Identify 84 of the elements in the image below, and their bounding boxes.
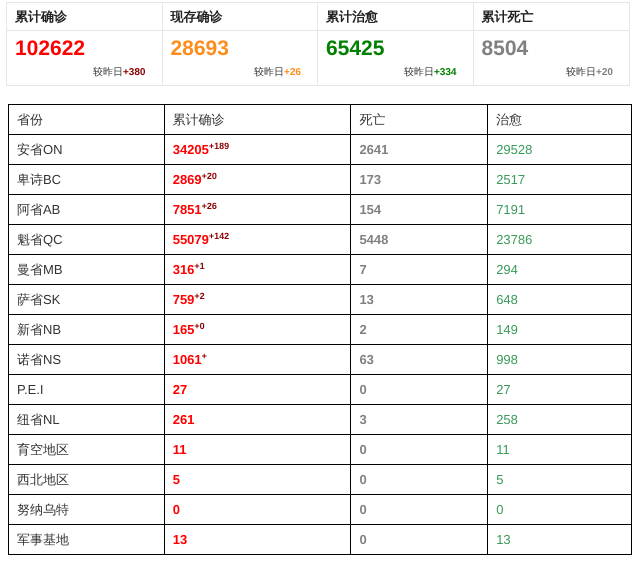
deaths-cell: 2641 (350, 134, 488, 164)
province-cell: 魁省QC (8, 224, 164, 254)
recovered-cell: 0 (488, 494, 632, 524)
confirmed-count: 0 (172, 502, 180, 517)
increase-count: +189 (208, 141, 230, 152)
deaths-cell: 0 (350, 464, 488, 494)
deaths-cell: 0 (350, 524, 488, 554)
deaths-cell: 13 (350, 284, 488, 314)
deaths-cell: 173 (350, 164, 488, 194)
deaths-cell: 0 (350, 374, 488, 404)
deaths-cell: 0 (350, 494, 488, 524)
recovered-cell: 5 (488, 464, 632, 494)
summary-label: 累计确诊 (15, 8, 67, 26)
column-header: 省份 (8, 104, 164, 134)
recovered-cell: 13 (488, 524, 632, 554)
confirmed-count: 165 (172, 322, 194, 337)
increase-count: + (202, 351, 207, 362)
confirmed-count: 316 (172, 262, 194, 277)
province-cell: 曼省MB (8, 254, 164, 284)
confirmed-count: 27 (172, 382, 188, 397)
summary-label: 现存确诊 (170, 8, 222, 26)
change-label: 较昨日 (92, 66, 123, 80)
column-header: 累计确诊 (164, 104, 351, 134)
change-label: 较昨日 (404, 66, 434, 80)
recovered-cell: 7191 (488, 194, 632, 224)
deaths-cell: 154 (350, 194, 488, 224)
confirmed-count: 759 (172, 292, 194, 307)
change-label: 较昨日 (254, 66, 284, 80)
recovered-cell: 294 (488, 254, 632, 284)
confirmed-count: 261 (172, 412, 194, 427)
summary-value: 102622 (15, 37, 86, 61)
change-value: +20 (596, 66, 613, 80)
recovered-cell: 149 (488, 314, 632, 344)
province-cell: 阿省AB (8, 194, 164, 224)
column-header: 死亡 (350, 104, 488, 134)
recovered-cell: 258 (488, 404, 632, 434)
recovered-cell: 2517 (488, 164, 632, 194)
change-value: +26 (284, 66, 301, 80)
increase-count: +20 (202, 171, 217, 182)
summary-value: 65425 (326, 37, 386, 61)
recovered-cell: 648 (488, 284, 632, 314)
increase-count: +142 (208, 231, 230, 242)
increase-count: +1 (194, 261, 205, 272)
increase-count: +2 (194, 291, 205, 302)
increase-count: +26 (202, 201, 217, 212)
change-value: +380 (122, 66, 146, 80)
recovered-cell: 27 (488, 374, 632, 404)
province-cell: 卑诗BC (8, 164, 164, 194)
recovered-cell: 29528 (488, 134, 632, 164)
summary-value: 8504 (482, 37, 530, 61)
summary-label: 累计死亡 (482, 8, 534, 26)
province-cell: 新省NB (8, 314, 164, 344)
deaths-cell: 2 (350, 314, 488, 344)
province-cell: 努纳乌特 (8, 494, 164, 524)
recovered-cell: 23786 (488, 224, 632, 254)
province-cell: 安省ON (8, 134, 164, 164)
deaths-cell: 5448 (350, 224, 488, 254)
confirmed-count: 34205 (172, 142, 209, 157)
summary-value: 28693 (170, 37, 230, 61)
deaths-cell: 0 (350, 434, 488, 464)
column-header: 治愈 (488, 104, 632, 134)
province-cell: 纽省NL (8, 404, 164, 434)
confirmed-count: 13 (172, 532, 188, 547)
confirmed-count: 11 (172, 442, 186, 457)
change-value: +334 (434, 66, 456, 80)
deaths-cell: 3 (350, 404, 488, 434)
summary-label: 累计治愈 (326, 8, 378, 26)
recovered-cell: 998 (488, 344, 632, 374)
confirmed-count: 55079 (172, 232, 209, 247)
deaths-cell: 7 (350, 254, 488, 284)
province-cell: 诺省NS (8, 344, 164, 374)
confirmed-count: 1061 (172, 352, 202, 367)
confirmed-count: 7851 (172, 202, 202, 217)
change-label: 较昨日 (566, 66, 596, 80)
increase-count: +0 (194, 321, 205, 332)
province-cell: P.E.I (8, 374, 164, 404)
province-cell: 西北地区 (8, 464, 164, 494)
province-cell: 育空地区 (8, 434, 164, 464)
confirmed-count: 2869 (172, 172, 202, 187)
deaths-cell: 63 (350, 344, 488, 374)
recovered-cell: 11 (488, 434, 632, 464)
confirmed-count: 5 (172, 472, 180, 487)
province-cell: 军事基地 (8, 524, 164, 554)
province-cell: 萨省SK (8, 284, 164, 314)
